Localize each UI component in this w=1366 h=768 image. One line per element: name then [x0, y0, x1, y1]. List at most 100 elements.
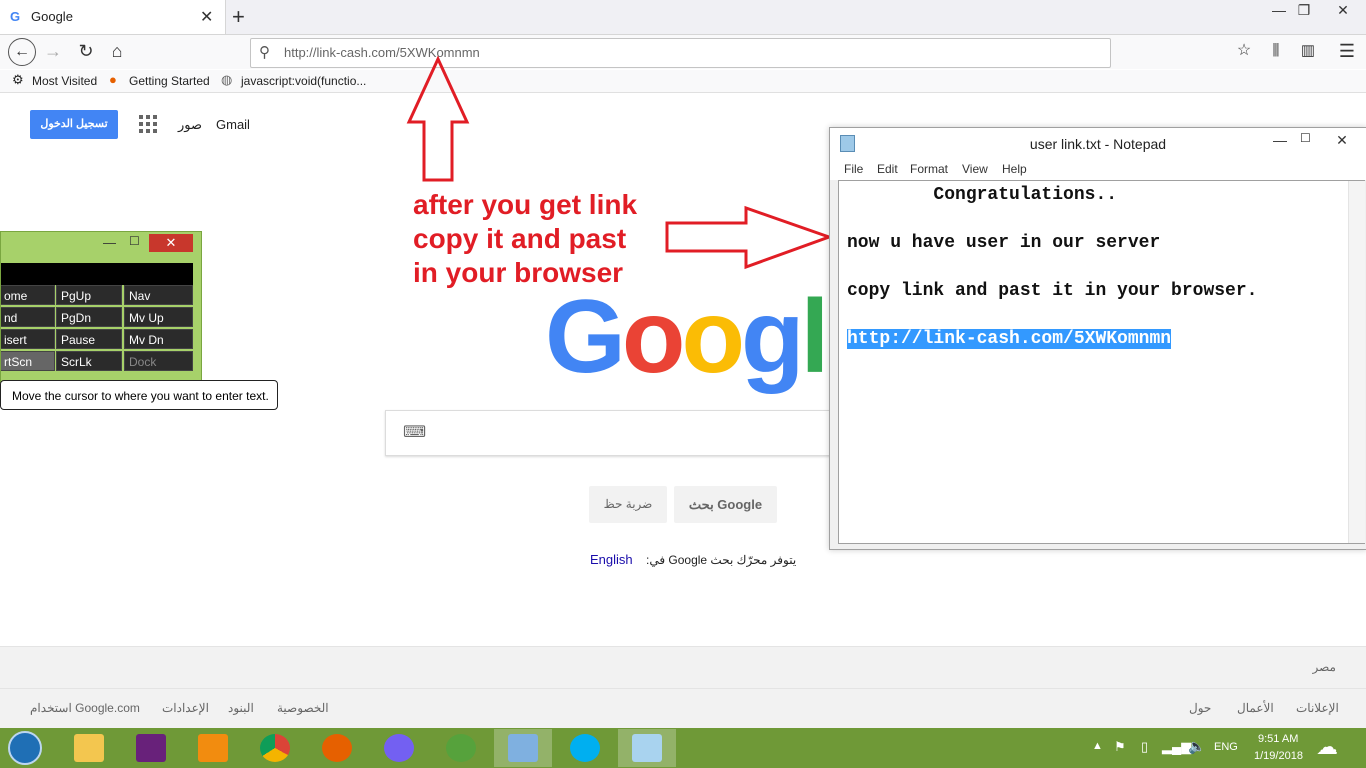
tray-weather-icon[interactable]: ☁: [1316, 734, 1338, 760]
osk-key-pause[interactable]: Pause: [56, 329, 122, 349]
reload-icon[interactable]: ↻: [73, 40, 99, 62]
notepad-maximize-icon[interactable]: ☐: [1300, 131, 1311, 145]
globe-icon: ◍: [221, 72, 233, 87]
tab-google[interactable]: G Google ✕: [0, 0, 226, 34]
taskbar-chrome[interactable]: [246, 729, 304, 767]
osk-key-prtscn[interactable]: rtScn: [1, 351, 55, 371]
logo-letter: o: [621, 279, 686, 395]
taskbar-firefox[interactable]: [308, 729, 366, 767]
taskbar-vlc[interactable]: [184, 729, 242, 767]
tray-flag-icon[interactable]: ⚑: [1114, 739, 1126, 755]
viber-icon: [384, 734, 414, 762]
back-arrow-icon[interactable]: ←: [8, 38, 36, 66]
osk-key-pgdn[interactable]: PgDn: [56, 307, 122, 327]
footer-settings-link[interactable]: الإعدادات: [162, 701, 209, 715]
keyboard-icon[interactable]: ⌨: [403, 422, 426, 442]
tray-language[interactable]: ENG: [1214, 741, 1238, 753]
tray-date[interactable]: 1/19/2018: [1254, 750, 1303, 762]
osk-key-pgup[interactable]: PgUp: [56, 285, 122, 305]
osk-key-dock[interactable]: Dock: [124, 351, 193, 371]
bookmark-getting-started[interactable]: Getting Started: [129, 74, 210, 88]
images-link[interactable]: صور: [178, 117, 202, 133]
signin-button[interactable]: تسجيل الدخول: [30, 110, 118, 139]
footer-terms-link[interactable]: البنود: [228, 701, 254, 715]
footer-about-link[interactable]: حول: [1189, 701, 1211, 715]
utorrent-icon: [446, 734, 476, 762]
keyboard-icon: [508, 734, 538, 762]
window-close-icon[interactable]: ✕: [1320, 2, 1366, 19]
osk-maximize-icon[interactable]: ☐: [129, 234, 140, 248]
country-label: مصر: [1312, 660, 1336, 674]
logo-letter: G: [545, 279, 626, 395]
menu-icon[interactable]: ☰: [1334, 40, 1360, 62]
annotation-line: copy it and past: [413, 223, 627, 254]
tray-signal-icon[interactable]: ▂▄▆: [1162, 739, 1191, 755]
annotation-line: after you get link: [413, 189, 638, 220]
home-icon[interactable]: ⌂: [104, 40, 130, 62]
start-button[interactable]: [8, 731, 42, 765]
google-favicon-icon: G: [10, 9, 21, 24]
osk-key-nav[interactable]: Nav: [124, 285, 193, 305]
new-tab-button[interactable]: +: [232, 4, 245, 30]
feeling-lucky-button[interactable]: ضربة حظ: [589, 486, 667, 523]
bookmark-star-icon[interactable]: ☆: [1231, 40, 1257, 62]
menu-help[interactable]: Help: [1002, 162, 1027, 176]
tray-time[interactable]: 9:51 AM: [1258, 733, 1298, 745]
footer-privacy-link[interactable]: الخصوصية: [277, 701, 329, 715]
osk-minimize-icon[interactable]: —: [103, 235, 116, 250]
osk-close-icon[interactable]: ✕: [149, 234, 193, 252]
notepad-close-icon[interactable]: ✕: [1320, 128, 1364, 152]
notepad-text-area[interactable]: Congratulations.. now u have user in our…: [838, 180, 1365, 544]
tab-close-icon[interactable]: ✕: [200, 7, 213, 27]
menu-format[interactable]: Format: [910, 162, 948, 176]
menu-view[interactable]: View: [962, 162, 988, 176]
apps-grid-icon[interactable]: [139, 115, 157, 133]
sidebar-icon[interactable]: ▥: [1295, 40, 1321, 62]
taskbar-skype[interactable]: [556, 729, 614, 767]
taskbar-viber[interactable]: [370, 729, 428, 767]
right-arrow-annotation: [665, 205, 834, 270]
offered-in-text: يتوفر محرّك بحث Google في:: [645, 553, 797, 567]
notepad-line: now u have user in our server: [847, 233, 1161, 253]
osk-key-mvup[interactable]: Mv Up: [124, 307, 193, 327]
library-icon[interactable]: ⫼: [1263, 40, 1289, 62]
osk-key-mvdn[interactable]: Mv Dn: [124, 329, 193, 349]
menu-edit[interactable]: Edit: [877, 162, 898, 176]
osk-key-home[interactable]: ome: [1, 285, 55, 305]
google-search-button[interactable]: بحث Google: [674, 486, 777, 523]
bookmark-most-visited[interactable]: Most Visited: [32, 74, 97, 88]
annotation-text: after you get link copy it and past in y…: [413, 188, 637, 290]
notepad-line: copy link and past it in your browser.: [847, 281, 1258, 301]
taskbar-visual-studio[interactable]: [122, 729, 180, 767]
forward-arrow-icon[interactable]: →: [40, 40, 66, 62]
tray-expand-icon[interactable]: ▲: [1092, 740, 1103, 752]
footer-country-bar: مصر: [0, 646, 1366, 688]
footer-ads-link[interactable]: الإعلانات: [1296, 701, 1339, 715]
gmail-link[interactable]: Gmail: [216, 117, 250, 132]
tray-volume-icon[interactable]: 🔈: [1188, 738, 1205, 755]
on-screen-keyboard-window: — ☐ ✕ ome PgUp Nav nd PgDn Mv Up isert P…: [0, 231, 202, 383]
footer-business-link[interactable]: الأعمال: [1237, 701, 1274, 715]
footer-use-google-link[interactable]: استخدام Google.com: [30, 701, 140, 715]
taskbar-on-screen-keyboard[interactable]: [494, 729, 552, 767]
tray-battery-icon[interactable]: ▯: [1141, 739, 1148, 755]
osk-key-end[interactable]: nd: [1, 307, 55, 327]
taskbar-file-explorer[interactable]: [60, 729, 118, 767]
notepad-minimize-icon[interactable]: —: [1273, 132, 1287, 148]
osk-key-scrlk[interactable]: ScrLk: [56, 351, 122, 371]
google-search-input[interactable]: ⌨: [385, 410, 847, 456]
notepad-title-bar[interactable]: user link.txt - Notepad — ☐ ✕: [830, 128, 1366, 158]
firefox-icon: ●: [109, 72, 117, 87]
english-link[interactable]: English: [590, 552, 633, 567]
taskbar-notepad[interactable]: [618, 729, 676, 767]
bookmark-javascript[interactable]: javascript:void(functio...: [241, 74, 366, 88]
url-bar[interactable]: ⚲ http://link-cash.com/5XWKomnmn: [250, 38, 1111, 68]
notepad-selected-link[interactable]: http://link-cash.com/5XWKomnmn: [847, 329, 1172, 349]
footer-links-bar: الإعلانات الأعمال حول الخصوصية البنود ال…: [0, 688, 1366, 729]
menu-file[interactable]: File: [844, 162, 863, 176]
taskbar-utorrent[interactable]: [432, 729, 490, 767]
osk-key-row-top: [1, 263, 193, 285]
notepad-scrollbar[interactable]: [1348, 181, 1365, 543]
osk-key-insert[interactable]: isert: [1, 329, 55, 349]
window-maximize-icon[interactable]: ❐: [1289, 2, 1319, 19]
